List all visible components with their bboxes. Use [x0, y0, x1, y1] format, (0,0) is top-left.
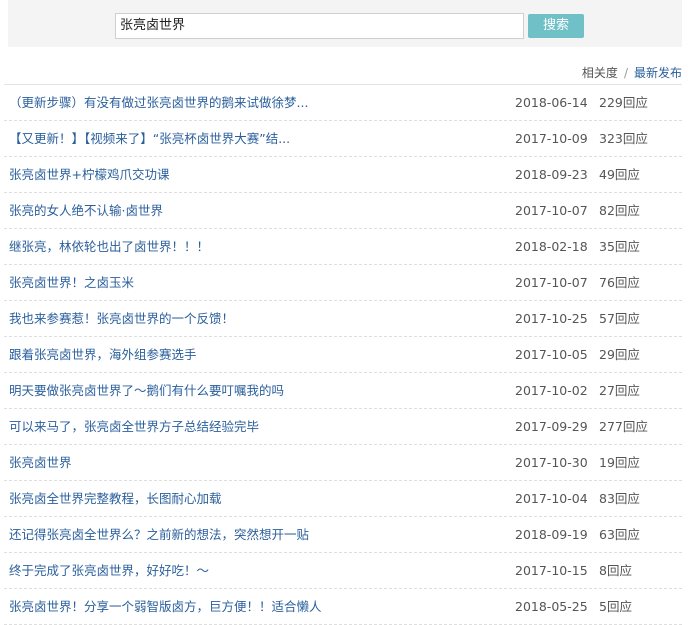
result-row: 张亮卤世界 2017-10-30 19回应: [4, 445, 682, 481]
result-reply-count: 82回应: [599, 203, 640, 218]
sort-bar: 相关度 / 最新发布: [582, 64, 682, 82]
result-reply-count: 229回应: [599, 95, 648, 110]
result-title-link[interactable]: 张亮的女人绝不认输·卤世界: [9, 193, 163, 228]
result-date: 2017-10-15: [515, 563, 588, 578]
result-title-link[interactable]: 还记得张亮卤全世界么？之前新的想法，突然想开一贴: [9, 517, 309, 552]
result-reply-count: 63回应: [599, 527, 640, 542]
sort-relevance-link[interactable]: 相关度: [582, 66, 618, 80]
result-date: 2018-09-23: [515, 167, 588, 182]
result-date: 2018-05-25: [515, 599, 588, 614]
result-reply-count: 57回应: [599, 311, 640, 326]
result-reply-count: 8回应: [599, 563, 632, 578]
result-row: 张亮的女人绝不认输·卤世界 2017-10-07 82回应: [4, 193, 682, 229]
result-reply-count: 29回应: [599, 347, 640, 362]
result-date: 2018-09-19: [515, 527, 588, 542]
result-row: 【又更新！】【视频来了】“张亮杯卤世界大赛”结... 2017-10-09 323回…: [4, 121, 682, 157]
result-reply-count: 35回应: [599, 239, 640, 254]
result-date: 2018-02-18: [515, 239, 588, 254]
result-row: 我也来参赛惹！张亮卤世界的一个反馈！ 2017-10-25 57回应: [4, 301, 682, 337]
result-reply-count: 27回应: [599, 383, 640, 398]
sort-separator: /: [623, 66, 628, 80]
result-row: 可以来马了，张亮卤全世界方子总结经验完毕 2017-09-29 277回应: [4, 409, 682, 445]
result-row: 终于完成了张亮卤世界，好好吃！～ 2017-10-15 8回应: [4, 553, 682, 589]
result-title-link[interactable]: 继张亮，林依轮也出了卤世界！！！: [9, 229, 209, 264]
result-reply-count: 19回应: [599, 455, 640, 470]
result-reply-count: 5回应: [599, 599, 632, 614]
result-date: 2017-10-04: [515, 491, 588, 506]
result-row: 还记得张亮卤全世界么？之前新的想法，突然想开一贴 2018-09-19 63回应: [4, 517, 682, 553]
result-title-link[interactable]: 张亮卤世界！之卤玉米: [9, 265, 134, 300]
result-date: 2017-10-07: [515, 275, 588, 290]
result-row: 张亮卤全世界完整教程，长图耐心加载 2017-10-04 83回应: [4, 481, 682, 517]
result-reply-count: 277回应: [599, 419, 648, 434]
result-row: 跟着张亮卤世界，海外组参赛选手 2017-10-05 29回应: [4, 337, 682, 373]
result-title-link[interactable]: 张亮卤全世界完整教程，长图耐心加载: [9, 481, 222, 516]
result-title-link[interactable]: 可以来马了，张亮卤全世界方子总结经验完毕: [9, 409, 259, 444]
result-title-link[interactable]: （更新步骤）有没有做过张亮卤世界的鹅来试做徐梦...: [9, 85, 308, 120]
result-row: （更新步骤）有没有做过张亮卤世界的鹅来试做徐梦... 2018-06-14 229回…: [4, 85, 682, 121]
result-row: 张亮卤世界+柠檬鸡爪交功课 2018-09-23 49回应: [4, 157, 682, 193]
result-row: 继张亮，林依轮也出了卤世界！！！ 2018-02-18 35回应: [4, 229, 682, 265]
result-title-link[interactable]: 明天要做张亮卤世界了～鹅们有什么要叮嘱我的吗: [9, 373, 284, 408]
result-title-link[interactable]: 我也来参赛惹！张亮卤世界的一个反馈！: [9, 301, 234, 336]
result-reply-count: 76回应: [599, 275, 640, 290]
result-row: 张亮卤世界！之卤玉米 2017-10-07 76回应: [4, 265, 682, 301]
result-title-link[interactable]: 张亮卤世界！分享一个弱智版卤方，巨方便！！适合懒人: [9, 589, 322, 624]
result-date: 2017-10-25: [515, 311, 588, 326]
result-date: 2018-06-14: [515, 95, 588, 110]
result-title-link[interactable]: 【又更新！】【视频来了】“张亮杯卤世界大赛”结...: [9, 121, 290, 156]
result-title-link[interactable]: 跟着张亮卤世界，海外组参赛选手: [9, 337, 197, 372]
result-reply-count: 49回应: [599, 167, 640, 182]
result-reply-count: 83回应: [599, 491, 640, 506]
search-bar: 搜索: [8, 0, 682, 47]
result-reply-count: 323回应: [599, 131, 648, 146]
result-date: 2017-10-07: [515, 203, 588, 218]
search-input[interactable]: [115, 13, 524, 39]
result-date: 2017-10-30: [515, 455, 588, 470]
result-list: （更新步骤）有没有做过张亮卤世界的鹅来试做徐梦... 2018-06-14 229回…: [4, 84, 682, 625]
result-title-link[interactable]: 张亮卤世界: [9, 445, 72, 480]
sort-latest-link[interactable]: 最新发布: [634, 66, 682, 80]
result-row: 明天要做张亮卤世界了～鹅们有什么要叮嘱我的吗 2017-10-02 27回应: [4, 373, 682, 409]
result-title-link[interactable]: 张亮卤世界+柠檬鸡爪交功课: [9, 157, 169, 192]
result-date: 2017-10-05: [515, 347, 588, 362]
result-date: 2017-10-02: [515, 383, 588, 398]
result-date: 2017-10-09: [515, 131, 588, 146]
result-date: 2017-09-29: [515, 419, 588, 434]
result-title-link[interactable]: 终于完成了张亮卤世界，好好吃！～: [9, 553, 209, 588]
search-button[interactable]: 搜索: [528, 14, 584, 38]
